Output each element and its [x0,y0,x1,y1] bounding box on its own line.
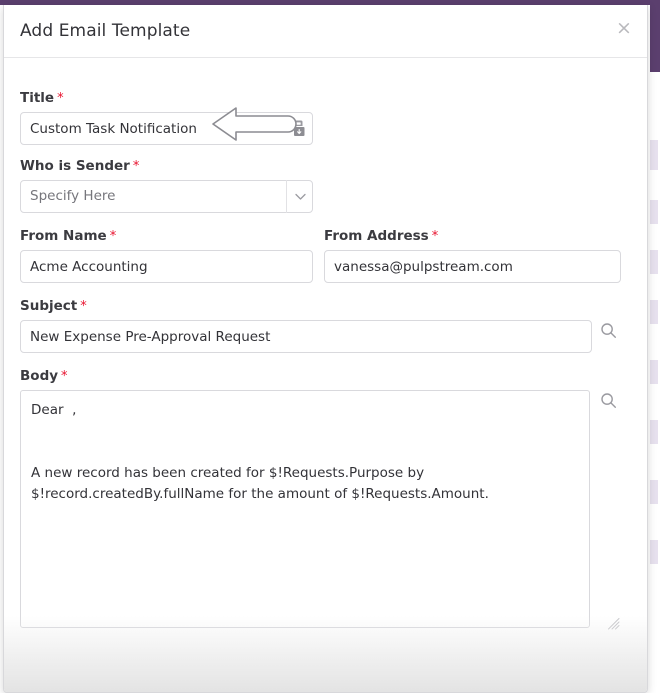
required-marker: * [133,159,140,174]
label-from-address: From Address* [324,228,621,244]
required-marker: * [80,299,87,314]
add-email-template-modal: Add Email Template × Title* [3,5,648,693]
field-body: Body* [20,368,621,632]
sender-select[interactable]: Specify Here [20,180,313,213]
label-body: Body* [20,368,621,384]
field-subject: Subject* [20,298,621,353]
label-subject: Subject* [20,298,621,314]
field-from-address: From Address* [324,228,621,283]
label-from-name-text: From Name [20,228,107,244]
modal-header: Add Email Template × [4,5,647,58]
label-who-is-sender-text: Who is Sender [20,158,130,174]
background-page-content [650,420,658,444]
label-who-is-sender: Who is Sender* [20,158,313,174]
background-page-content [650,540,658,564]
label-from-name: From Name* [20,228,313,244]
background-page-content [650,250,658,274]
label-title-text: Title [20,90,54,106]
search-icon[interactable] [600,322,617,343]
field-title: Title* [20,90,313,145]
close-icon[interactable]: × [613,18,635,40]
app-header-band-right [650,0,660,72]
background-page-content [650,480,658,504]
page-title: Add Email Template [20,21,190,41]
title-input-wrap [20,112,313,145]
label-body-text: Body [20,368,58,384]
modal-body: Title* W [4,58,647,692]
required-marker: * [432,229,439,244]
from-address-input[interactable] [324,250,621,283]
background-page-content [650,300,658,324]
required-marker: * [110,229,117,244]
field-from-name: From Name* [20,228,313,283]
field-who-is-sender: Who is Sender* Specify Here [20,158,313,213]
label-title: Title* [20,90,313,106]
required-marker: * [57,91,64,106]
search-icon[interactable] [600,392,617,413]
background-page-content [650,140,658,170]
chevron-down-icon[interactable] [286,180,313,213]
label-subject-text: Subject [20,298,77,314]
title-input[interactable] [20,112,313,145]
background-page-content [650,200,658,224]
body-textarea[interactable] [20,390,590,628]
background-page-content [650,360,658,384]
from-name-input[interactable] [20,250,313,283]
label-from-address-text: From Address [324,228,429,244]
sender-select-wrap: Specify Here [20,180,313,213]
insert-variable-icon[interactable] [288,119,307,138]
required-marker: * [61,369,68,384]
resize-grip-icon[interactable] [607,615,620,628]
subject-input[interactable] [20,320,592,353]
